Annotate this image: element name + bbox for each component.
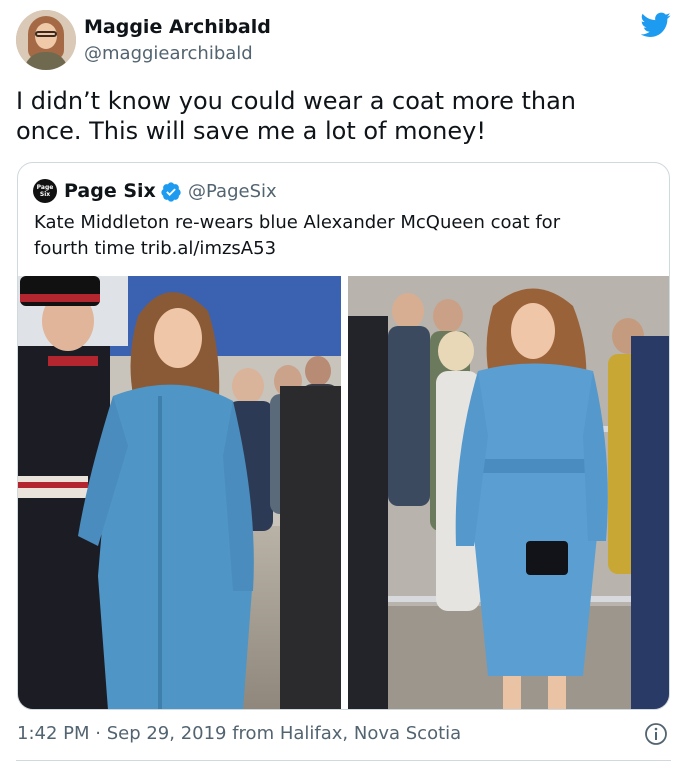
tweet-header: Maggie Archibald @maggiearchibald — [16, 10, 671, 70]
author-name[interactable]: Maggie Archibald — [84, 16, 271, 38]
tweet-timestamp[interactable]: 1:42 PM · Sep 29, 2019 from Halifax, Nov… — [17, 723, 461, 744]
author-handle[interactable]: @maggiearchibald — [84, 43, 253, 64]
verified-badge-icon — [161, 182, 181, 202]
quoted-author-name[interactable]: Page Six — [64, 180, 156, 202]
photo-left[interactable] — [18, 276, 341, 709]
quoted-tweet-text: Kate Middleton re-wears blue Alexander M… — [34, 212, 561, 259]
tweet-footer: 1:42 PM · Sep 29, 2019 from Halifax, Nov… — [17, 722, 677, 748]
page-six-logo[interactable]: Page Six — [33, 179, 57, 203]
author-avatar[interactable] — [16, 10, 76, 70]
photo-right[interactable] — [348, 276, 669, 709]
info-icon[interactable] — [644, 722, 668, 746]
twitter-bird-icon — [641, 12, 671, 37]
quoted-author-handle[interactable]: @PageSix — [188, 181, 277, 202]
quoted-tweet[interactable]: Page Six Page Six @PageSix Kate Middleto… — [17, 162, 670, 710]
footer-divider — [16, 760, 671, 761]
tweet-text: I didn’t know you could wear a coat more… — [16, 87, 577, 145]
